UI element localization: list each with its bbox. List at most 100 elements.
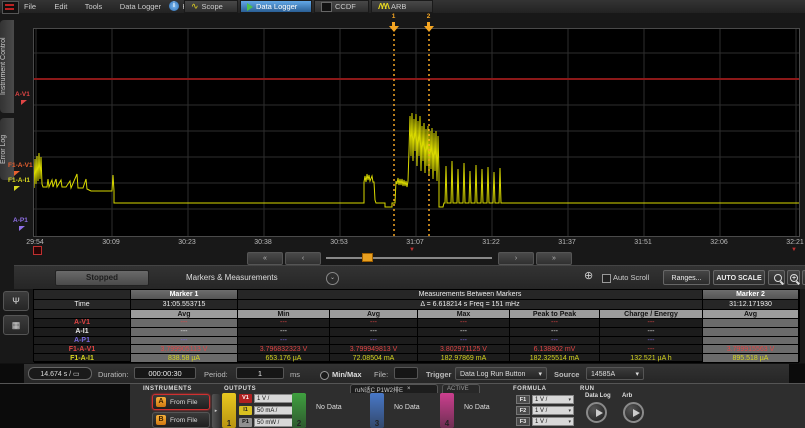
waveform-svg <box>34 29 799 236</box>
info-icon[interactable]: i <box>169 1 179 11</box>
zoom-region-button[interactable] <box>768 270 785 285</box>
channel-number: 1 <box>222 419 236 428</box>
x-tick-label: 30:23 <box>170 239 204 246</box>
channel-number: 2 <box>292 419 306 428</box>
run-label-arb: Arb <box>622 393 632 399</box>
waveform-plot[interactable] <box>33 28 800 237</box>
auto-scroll-checkbox[interactable] <box>602 274 611 283</box>
scroll-prev-button[interactable]: ‹ <box>285 252 321 265</box>
scroll-track[interactable] <box>326 257 492 259</box>
scale-value: 50 mA / <box>257 407 277 414</box>
scroll-handle[interactable] <box>362 253 373 262</box>
menu-tools[interactable]: Tools <box>85 2 103 11</box>
end-mark-icon: ▼ <box>791 247 797 253</box>
cell-charge: --- <box>600 328 703 337</box>
cell-ptp: --- <box>510 319 600 328</box>
cell-max: --- <box>418 328 510 337</box>
formula-chip-f3[interactable]: F3 <box>516 417 530 426</box>
row-label: F1-A-I1 <box>34 354 131 363</box>
marker-2-handle[interactable]: 2 <box>423 14 434 32</box>
duration-field[interactable]: 000:00:30 <box>134 367 196 379</box>
marker1-time: 31:05.553715 <box>131 300 238 310</box>
ranges-button[interactable]: Ranges... <box>663 270 710 285</box>
channel-ref-a-p1[interactable]: A-P1 <box>13 218 28 231</box>
scale-value: 50 mW / <box>257 419 279 426</box>
channel-number: 3 <box>370 419 384 428</box>
output-chip-v1[interactable]: V1 <box>239 394 252 403</box>
markers-menu-dropdown-icon[interactable]: ⌄ <box>326 272 339 285</box>
source-dropdown[interactable]: 14585A▾ <box>586 367 644 380</box>
x-tick-label: 31:37 <box>550 239 584 246</box>
source-label: Source <box>554 370 579 379</box>
channel-2-bar[interactable]: 2 <box>292 393 306 428</box>
channel-ref-a-v1[interactable]: A-V1 <box>15 92 30 105</box>
auto-scale-button[interactable]: AUTO SCALE <box>713 270 765 285</box>
marker-1-handle[interactable]: 1 <box>388 14 399 32</box>
tab-scope[interactable]: ∿Scope <box>184 0 238 13</box>
instrument-b-from-file-button[interactable]: BFrom File <box>152 412 210 428</box>
time-per-div-chip[interactable]: 14.674 s / ▭ <box>28 367 92 380</box>
channel-label: A-P1 <box>13 217 28 224</box>
cell-ptp: --- <box>510 337 600 346</box>
run-data-log-button[interactable] <box>586 402 607 423</box>
menu-bar: FileEditToolsData LoggerHelp i ∿ScopeDat… <box>0 0 805 13</box>
menu-file[interactable]: File <box>24 2 36 11</box>
tab-label: Data Logger <box>256 2 297 11</box>
cell-charge: --- <box>600 345 703 354</box>
active-tab[interactable]: ACTIVE <box>442 384 480 393</box>
app-logo-icon[interactable] <box>2 1 19 14</box>
output-chip-p1[interactable]: P1 <box>239 418 252 427</box>
formula-header: FORMULA <box>513 386 547 392</box>
column-header-max: Max <box>418 310 510 319</box>
sidebar-tab-instrument-control[interactable]: Instrument Control <box>0 20 14 113</box>
channel-3-bar[interactable]: 3 <box>370 393 384 428</box>
tab-ccdf[interactable]: CCDF <box>314 0 369 13</box>
formula-scale-f2[interactable]: 1 V /▾ <box>532 406 574 415</box>
minmax-checkbox[interactable] <box>320 371 329 380</box>
outputs-header: OUTPUTS <box>224 386 256 392</box>
formula-chip-f2[interactable]: F2 <box>516 406 530 415</box>
marker-tool-button[interactable]: Ψ <box>3 291 29 311</box>
instrument-a-from-file-button[interactable]: AFrom File <box>152 394 210 410</box>
channel-2-status: No Data <box>316 404 342 411</box>
file-field[interactable] <box>394 367 418 379</box>
trigger-dropdown[interactable]: Data Log Run Button▾ <box>455 367 547 380</box>
channel-ref-f1-a-v1[interactable]: F1-A-V1 <box>8 163 33 176</box>
channel-1-bar[interactable]: 1 <box>222 393 236 428</box>
x-tick-label: 31:51 <box>626 239 660 246</box>
formula-scale-f1[interactable]: 1 V /▾ <box>532 395 574 404</box>
run-arb-button[interactable] <box>623 402 644 423</box>
datalog-file-tab[interactable]: ruN适C P1W2排E × <box>350 384 438 393</box>
instruments-expander[interactable]: ▸ <box>212 394 220 428</box>
cell-ptp: 182.325514 mA <box>510 354 600 363</box>
cell-m2 <box>703 337 799 346</box>
formula-chip-f1[interactable]: F1 <box>516 395 530 404</box>
formula-scale-f3[interactable]: 1 V /▾ <box>532 417 574 426</box>
trigger-label: Trigger <box>426 370 451 379</box>
scroll-next-button[interactable]: › <box>498 252 534 265</box>
tab-data-logger[interactable]: Data Logger <box>240 0 312 13</box>
menu-edit[interactable]: Edit <box>54 2 67 11</box>
output-chip-i1[interactable]: I1 <box>239 406 252 415</box>
cell-m1: 838.58 µA <box>131 354 238 363</box>
close-icon[interactable]: × <box>407 386 411 392</box>
trigger-value: Data Log Run Button <box>460 368 525 379</box>
grid-view-button[interactable]: ▦ <box>3 315 29 335</box>
marker-number: 2 <box>427 13 431 20</box>
channel-label: F1-A-V1 <box>8 162 33 169</box>
channel-4-bar[interactable]: 4 <box>440 393 454 428</box>
period-field[interactable]: 1 <box>236 367 284 379</box>
subheader-spacer <box>34 310 131 319</box>
scroll-first-button[interactable]: « <box>247 252 283 265</box>
channel-4-status: No Data <box>464 404 490 411</box>
column-header-charge-energy: Charge / Energy <box>600 310 703 319</box>
channel-ref-f1-a-i1[interactable]: F1-A-I1 <box>8 178 30 191</box>
tab-arb[interactable]: ΛΛΛARB <box>371 0 433 13</box>
cell-max: 3.802971125 V <box>418 345 510 354</box>
zoom-in-button[interactable]: + <box>787 270 800 285</box>
cell-m1: --- <box>131 328 238 337</box>
menu-data-logger[interactable]: Data Logger <box>120 2 161 11</box>
scroll-last-button[interactable]: » <box>536 252 572 265</box>
pan-icon[interactable]: ⊕ <box>584 271 593 282</box>
row-label: A-P1 <box>34 337 131 346</box>
